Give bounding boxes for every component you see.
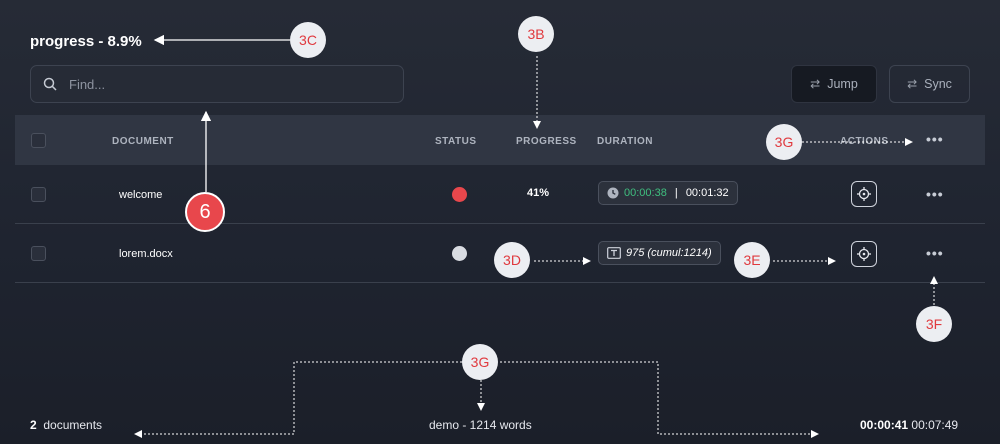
callout-3f: 3F: [916, 306, 952, 342]
callout-3b: 3B: [518, 16, 554, 52]
callout-3e: 3E: [734, 242, 770, 278]
annotation-arrows: [134, 34, 938, 438]
callout-3g-top: 3G: [766, 124, 802, 160]
callout-3d: 3D: [494, 242, 530, 278]
callout-6: 6: [185, 192, 225, 232]
callout-3c: 3C: [290, 22, 326, 58]
callout-3g-bottom: 3G: [462, 344, 498, 380]
